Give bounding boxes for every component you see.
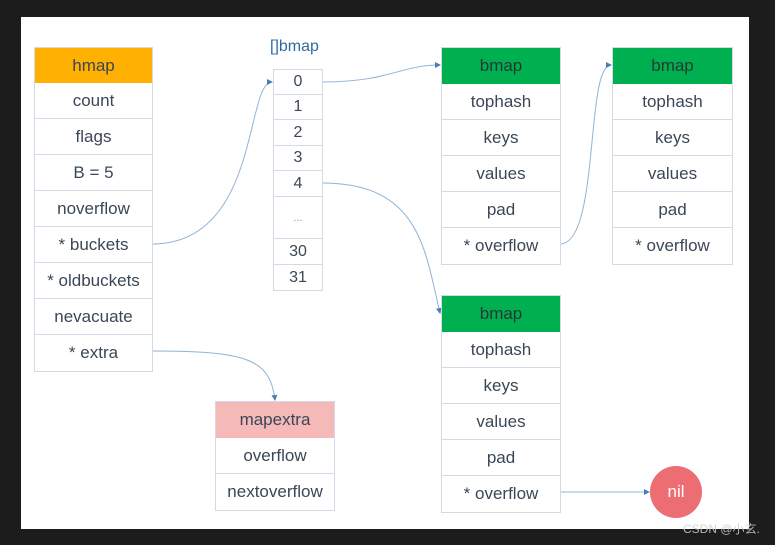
bucket-slot-ellipsis: ... xyxy=(274,197,322,239)
bmap-header: bmap xyxy=(442,296,560,332)
bucket-slot: 30 xyxy=(274,239,322,265)
bmap-field: tophash xyxy=(613,84,732,120)
hmap-header: hmap xyxy=(35,48,152,83)
hmap-field: * oldbuckets xyxy=(35,263,152,299)
hmap-struct: hmap count flags B = 5 noverflow * bucke… xyxy=(34,47,153,372)
bmap-field: keys xyxy=(442,120,560,156)
bmap-field: * overflow xyxy=(635,236,710,255)
watermark: CSDN @小玄. xyxy=(683,522,760,536)
hmap-field: * buckets xyxy=(35,227,152,263)
bmap-field: pad xyxy=(442,192,560,228)
bucket-slot: 4 xyxy=(274,171,322,197)
bmap-field: * overflow xyxy=(463,236,539,255)
link-overflow-to-bmap xyxy=(559,62,612,245)
overflow-bmap-struct: bmap tophash keys values pad * overflow xyxy=(612,47,733,265)
mapextra-header: mapextra xyxy=(216,402,334,438)
mapextra-field: nextoverflow xyxy=(227,482,323,501)
bmap-field: values xyxy=(613,156,732,192)
link-bucket0-to-bmap xyxy=(321,62,441,83)
bucket-array-title: []bmap xyxy=(270,38,319,55)
bucket-slot: 3 xyxy=(274,146,322,171)
hmap-field: B = 5 xyxy=(35,155,152,191)
hmap-field: flags xyxy=(35,119,152,155)
link-extra-to-mapextra xyxy=(151,350,278,401)
bmap-header: bmap xyxy=(613,48,732,84)
bmap-field: pad xyxy=(613,192,732,228)
link-buckets-to-array xyxy=(151,79,273,245)
hmap-field: nevacuate xyxy=(35,299,152,335)
bmap-field: keys xyxy=(613,120,732,156)
bucket-slot: 0 xyxy=(274,70,322,95)
nil-node: nil xyxy=(650,466,702,518)
bucket-slot: 1 xyxy=(274,95,322,120)
hmap-field: noverflow xyxy=(35,191,152,227)
hmap-field: count xyxy=(35,83,152,119)
bucket-array: 0 1 2 3 4 ... 30 31 xyxy=(273,69,323,291)
mapextra-struct: mapextra overflow nextoverflow xyxy=(215,401,335,511)
bmap-field: keys xyxy=(442,368,560,404)
bmap-struct-bucket4: bmap tophash keys values pad * overflow xyxy=(441,295,561,513)
bucket-slot: 31 xyxy=(289,268,307,286)
hmap-field: * extra xyxy=(68,343,119,362)
bmap-field: * overflow xyxy=(463,484,539,503)
bucket-slot: 2 xyxy=(274,120,322,146)
bmap-header: bmap xyxy=(442,48,560,84)
mapextra-field: overflow xyxy=(216,438,334,474)
link-bucket4-to-bmap xyxy=(321,182,442,314)
bmap-field: pad xyxy=(442,440,560,476)
bmap-field: tophash xyxy=(442,84,560,120)
bmap-struct: bmap tophash keys values pad * overflow xyxy=(441,47,561,265)
bmap-field: tophash xyxy=(442,332,560,368)
bmap-field: values xyxy=(442,404,560,440)
bmap-field: values xyxy=(442,156,560,192)
